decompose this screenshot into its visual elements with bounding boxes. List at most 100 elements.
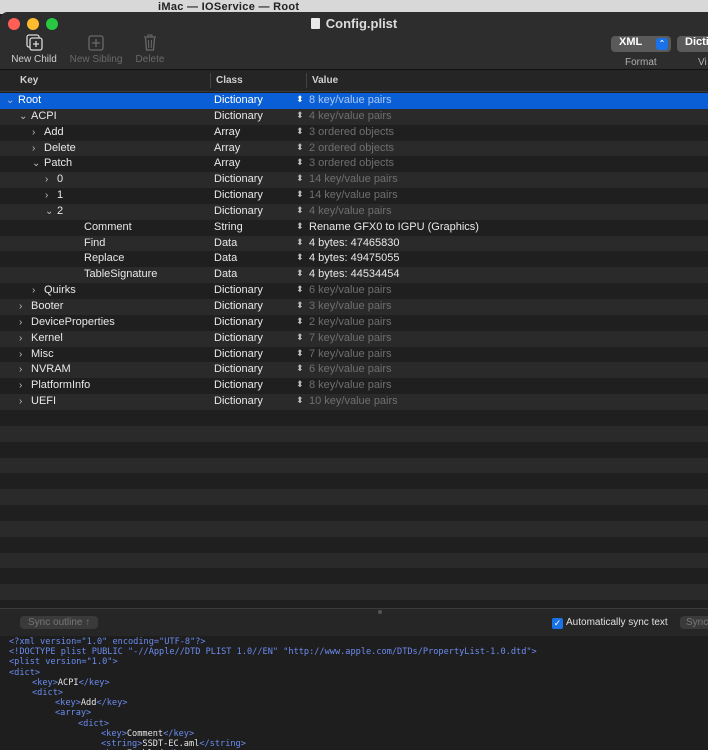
disclosure-closed-icon[interactable]: ›: [45, 174, 57, 185]
auto-sync-checkbox[interactable]: ✓ Automatically sync text: [552, 617, 668, 629]
table-row[interactable]: ⌄ ACPI Dictionary ⬍ 4 key/value pairs: [0, 108, 708, 125]
table-row[interactable]: › PlatformInfo Dictionary ⬍ 8 key/value pair…: [0, 378, 708, 395]
disclosure-closed-icon[interactable]: ›: [32, 127, 44, 138]
class-stepper-icon[interactable]: ⬍: [296, 316, 304, 327]
class-stepper-icon[interactable]: ⬍: [296, 94, 304, 105]
row-key-label: 2: [57, 204, 64, 217]
disclosure-closed-icon[interactable]: ›: [19, 333, 31, 344]
row-class[interactable]: Dictionary: [214, 205, 263, 217]
table-row[interactable]: TableSignature Data ⬍ 4 bytes: 44534454: [0, 267, 708, 284]
row-value[interactable]: 4 bytes: 49475055: [309, 252, 400, 264]
row-class[interactable]: Array: [214, 157, 240, 169]
class-stepper-icon[interactable]: ⬍: [296, 157, 304, 168]
column-header-class[interactable]: Class: [216, 75, 243, 86]
table-row[interactable]: › Quirks Dictionary ⬍ 6 key/value pairs: [0, 283, 708, 299]
class-stepper-icon[interactable]: ⬍: [296, 300, 304, 311]
disclosure-open-icon[interactable]: ⌄: [45, 206, 57, 217]
split-handle[interactable]: [378, 610, 382, 614]
table-row[interactable]: › DeviceProperties Dictionary ⬍ 2 key/value …: [0, 314, 708, 331]
row-value[interactable]: 4 bytes: 44534454: [309, 268, 400, 280]
table-row[interactable]: › NVRAM Dictionary ⬍ 6 key/value pairs: [0, 362, 708, 379]
new-child-button[interactable]: New Child: [4, 34, 64, 65]
table-row[interactable]: › Booter Dictionary ⬍ 3 key/value pairs: [0, 298, 708, 315]
row-class[interactable]: Dictionary: [214, 173, 263, 185]
row-class[interactable]: Dictionary: [214, 363, 263, 375]
class-stepper-icon[interactable]: ⬍: [296, 237, 304, 248]
class-stepper-icon[interactable]: ⬍: [296, 142, 304, 153]
table-row[interactable]: Find Data ⬍ 4 bytes: 47465830: [0, 235, 708, 252]
row-class[interactable]: Dictionary: [214, 189, 263, 201]
sync-outline-button[interactable]: Sync outline ↑: [20, 616, 99, 629]
table-row[interactable]: Comment String ⬍ Rename GFX0 to IGPU (Graph…: [0, 219, 708, 236]
class-stepper-icon[interactable]: ⬍: [296, 110, 304, 121]
row-class[interactable]: Dictionary: [214, 316, 263, 328]
view-select[interactable]: Dictio: [677, 36, 708, 52]
row-class[interactable]: Dictionary: [214, 379, 263, 391]
class-stepper-icon[interactable]: ⬍: [296, 348, 304, 359]
class-stepper-icon[interactable]: ⬍: [296, 189, 304, 200]
column-separator[interactable]: [306, 73, 307, 88]
row-class[interactable]: String: [214, 221, 243, 233]
table-row[interactable]: › 0 Dictionary ⬍ 14 key/value pairs: [0, 172, 708, 189]
table-row[interactable]: ⌄ 2 Dictionary ⬍ 4 key/value pairs: [0, 203, 708, 220]
class-stepper-icon[interactable]: ⬍: [296, 126, 304, 137]
row-class[interactable]: Dictionary: [214, 300, 263, 312]
disclosure-closed-icon[interactable]: ›: [19, 317, 31, 328]
disclosure-closed-icon[interactable]: ›: [45, 190, 57, 201]
column-header-value[interactable]: Value: [312, 75, 338, 86]
row-class[interactable]: Dictionary: [214, 284, 263, 296]
class-stepper-icon[interactable]: ⬍: [296, 332, 304, 343]
row-class[interactable]: Array: [214, 142, 240, 154]
table-row[interactable]: › Kernel Dictionary ⬍ 7 key/value pairs: [0, 330, 708, 347]
class-stepper-icon[interactable]: ⬍: [296, 173, 304, 184]
table-row[interactable]: Replace Data ⬍ 4 bytes: 49475055: [0, 251, 708, 268]
disclosure-closed-icon[interactable]: ›: [32, 285, 44, 296]
column-separator[interactable]: [210, 73, 211, 88]
class-stepper-icon[interactable]: ⬍: [296, 284, 304, 295]
class-stepper-icon[interactable]: ⬍: [296, 363, 304, 374]
new-sibling-button[interactable]: New Sibling: [66, 34, 126, 65]
row-value[interactable]: Rename GFX0 to IGPU (Graphics): [309, 221, 479, 233]
row-class[interactable]: Data: [214, 252, 237, 264]
table-row[interactable]: › Delete Array ⬍ 2 ordered objects: [0, 140, 708, 157]
class-stepper-icon[interactable]: ⬍: [296, 268, 304, 279]
disclosure-closed-icon[interactable]: ›: [19, 380, 31, 391]
row-class[interactable]: Dictionary: [214, 332, 263, 344]
delete-button[interactable]: Delete: [120, 34, 180, 65]
table-row[interactable]: › UEFI Dictionary ⬍ 10 key/value pairs: [0, 394, 708, 410]
row-class[interactable]: Array: [214, 126, 240, 138]
sync-text-button[interactable]: Sync: [680, 616, 708, 629]
row-class[interactable]: Dictionary: [214, 110, 263, 122]
table-row[interactable]: › Misc Dictionary ⬍ 7 key/value pairs: [0, 346, 708, 363]
row-class[interactable]: Data: [214, 237, 237, 249]
column-header-key[interactable]: Key: [20, 75, 38, 86]
row-class[interactable]: Dictionary: [214, 348, 263, 360]
class-stepper-icon[interactable]: ⬍: [296, 221, 304, 232]
table-row[interactable]: ⌄ Root Dictionary ⬍ 8 key/value pairs: [0, 93, 708, 109]
class-stepper-icon[interactable]: ⬍: [296, 205, 304, 216]
disclosure-open-icon[interactable]: ⌄: [32, 158, 44, 169]
table-row[interactable]: › 1 Dictionary ⬍ 14 key/value pairs: [0, 188, 708, 204]
xml-line: <dict>: [9, 719, 708, 729]
format-select[interactable]: XML ⌃: [611, 36, 671, 52]
class-stepper-icon[interactable]: ⬍: [296, 395, 304, 406]
disclosure-closed-icon[interactable]: ›: [19, 301, 31, 312]
table-row[interactable]: › Add Array ⬍ 3 ordered objects: [0, 124, 708, 141]
row-class[interactable]: Dictionary: [214, 94, 263, 106]
row-value: 3 ordered objects: [309, 157, 394, 170]
class-stepper-icon[interactable]: ⬍: [296, 379, 304, 390]
row-class[interactable]: Dictionary: [214, 395, 263, 407]
disclosure-closed-icon[interactable]: ›: [19, 364, 31, 375]
class-stepper-icon[interactable]: ⬍: [296, 252, 304, 263]
row-value[interactable]: 4 bytes: 47465830: [309, 237, 400, 249]
xml-tag: <dict>: [32, 688, 64, 699]
disclosure-open-icon[interactable]: ⌄: [6, 95, 18, 106]
disclosure-closed-icon[interactable]: ›: [19, 349, 31, 360]
table-row[interactable]: ⌄ Patch Array ⬍ 3 ordered objects: [0, 156, 708, 173]
row-class[interactable]: Data: [214, 268, 237, 280]
disclosure-open-icon[interactable]: ⌄: [19, 111, 31, 122]
titlebar: Config.plist New Child New Sibling Delet…: [0, 12, 708, 70]
disclosure-closed-icon[interactable]: ›: [19, 396, 31, 407]
xml-source-editor[interactable]: <?xml version="1.0" encoding="UTF-8"?> <!…: [0, 637, 708, 750]
disclosure-closed-icon[interactable]: ›: [32, 143, 44, 154]
